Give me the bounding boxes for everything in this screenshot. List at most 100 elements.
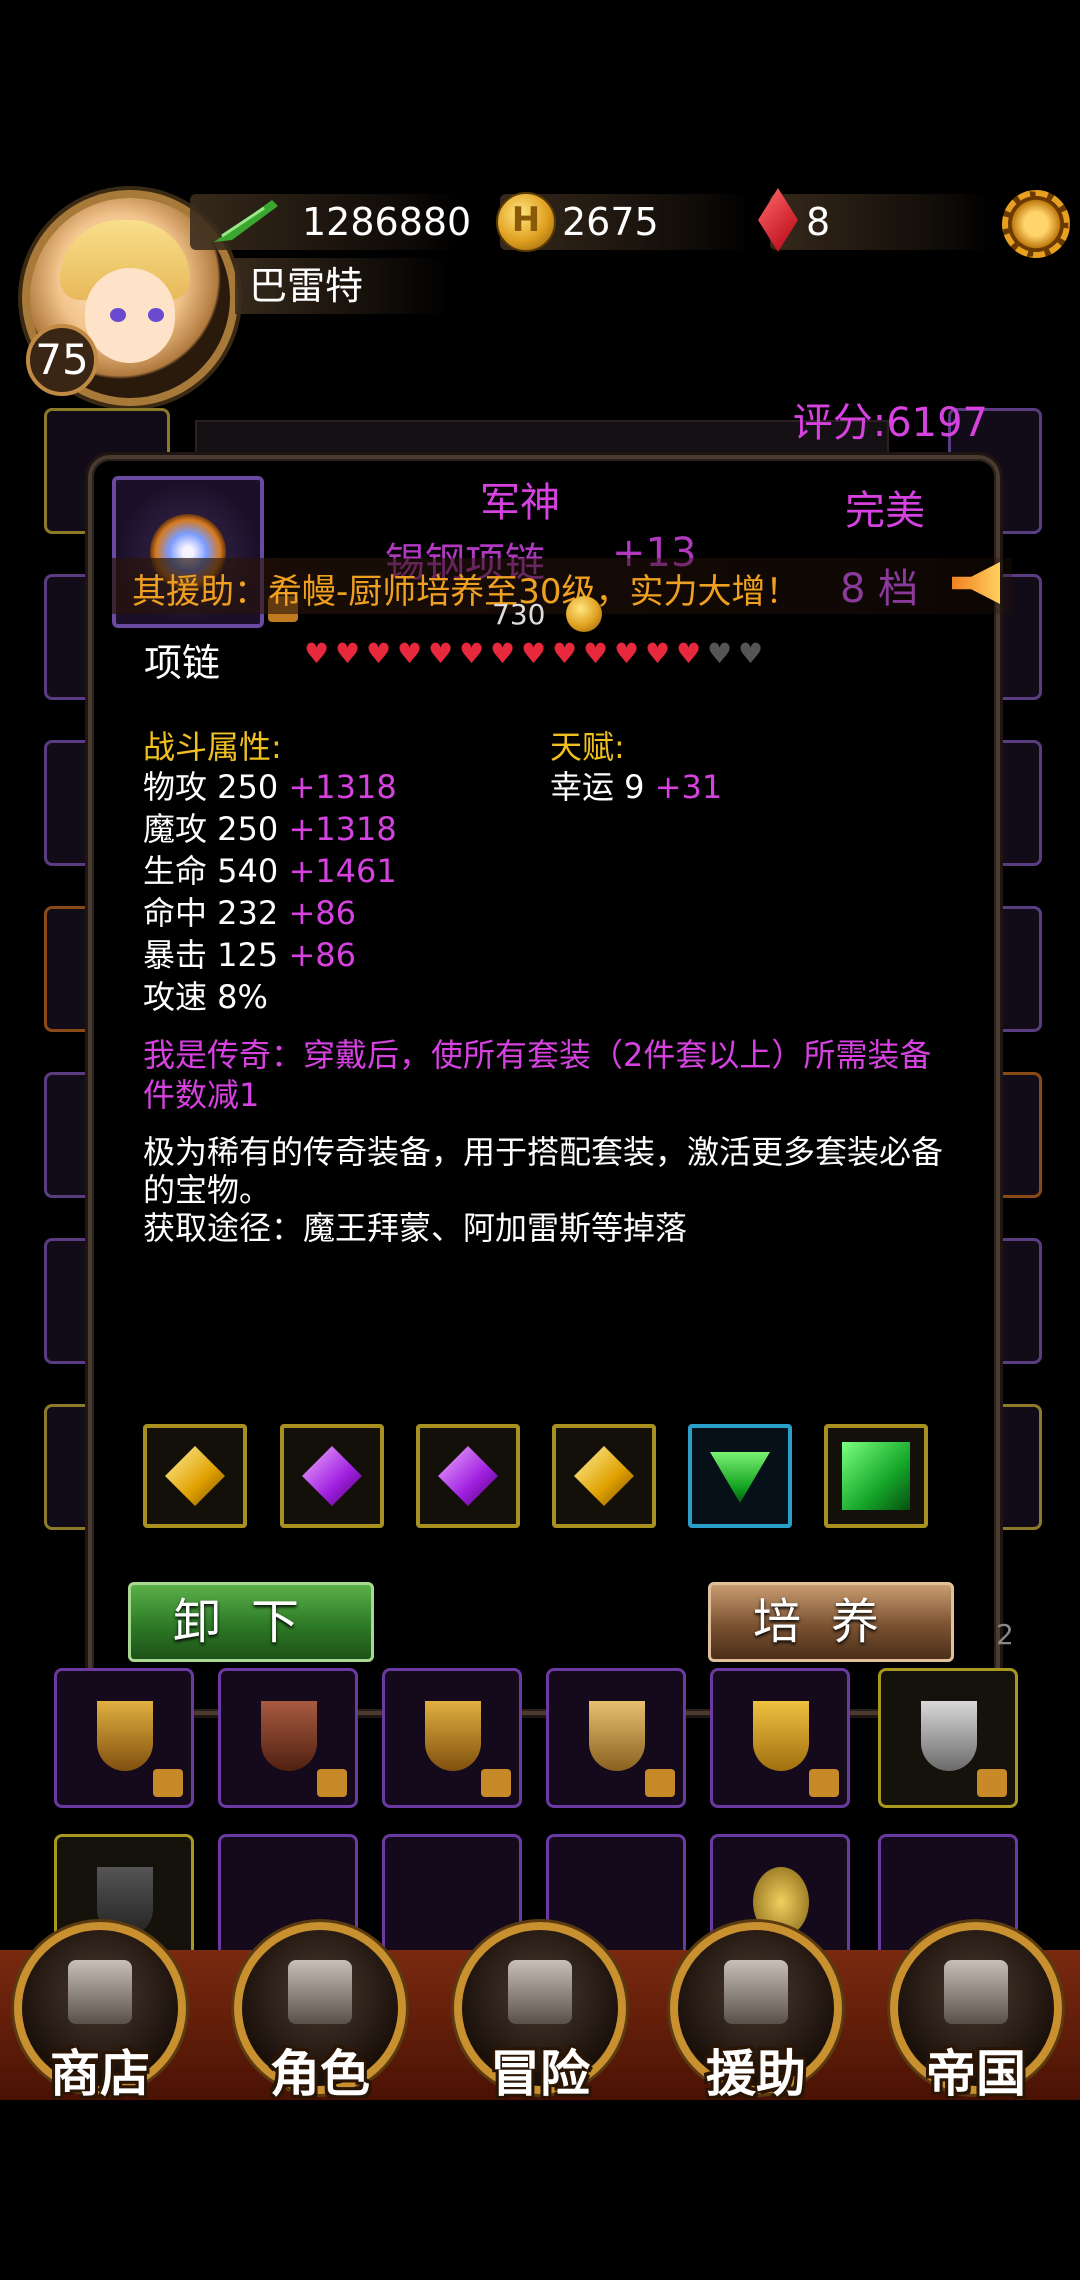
gem-socket-6[interactable] [824, 1424, 928, 1528]
score-label: 评分:6197 [792, 400, 988, 446]
green-square-gem-icon [842, 1442, 910, 1510]
lock-icon [977, 1769, 1007, 1797]
heart-icon: ♥ [366, 637, 392, 670]
stat-bonus: +1318 [288, 768, 397, 806]
silver-chalice-icon [921, 1701, 977, 1771]
inventory-slot[interactable] [710, 1668, 850, 1808]
heart-icon: ♥ [304, 637, 330, 670]
lock-icon [645, 1769, 675, 1797]
stat-label: 攻速 8% [143, 978, 268, 1016]
avatar-eye [148, 308, 164, 322]
gold-coin-icon [496, 192, 556, 252]
purple-diamond-gem-icon [438, 1446, 498, 1506]
heart-icon: ♥ [738, 637, 764, 670]
heart-icon: ♥ [428, 637, 454, 670]
gem-socket-5[interactable] [688, 1424, 792, 1528]
lock-icon [153, 1769, 183, 1797]
goblet-icon [425, 1701, 481, 1771]
avatar-eye [110, 308, 126, 322]
page-indicator: 2 [996, 1618, 1014, 1651]
heart-icon: ♥ [645, 637, 671, 670]
yellow-diamond-gem-icon [165, 1446, 225, 1506]
heart-icon: ♥ [583, 637, 609, 670]
goblet-icon [97, 1701, 153, 1771]
inventory-slot[interactable] [218, 1668, 358, 1808]
feather-icon [214, 200, 278, 242]
dungeon-gate-icon [508, 1960, 572, 2024]
stat-bonus: +86 [288, 936, 356, 974]
heart-icon: ♥ [490, 637, 516, 670]
lock-icon [809, 1769, 839, 1797]
settings-gear-icon[interactable] [1002, 190, 1070, 258]
item-source-text: 获取途径：魔王拜蒙、阿加雷斯等掉落 [143, 1209, 688, 1247]
stat-bonus: +1318 [288, 810, 397, 848]
stat-label: 物攻 250 [143, 768, 279, 806]
stat-line: 生命 540 +1461 [143, 846, 397, 892]
stat-bonus: +86 [288, 894, 356, 932]
nav-label: 冒险 [490, 2044, 590, 2103]
player-name: 巴雷特 [235, 258, 449, 314]
item-description-text: 极为稀有的传奇装备，用于搭配套装，激活更多套装必备的宝物。 [143, 1133, 944, 1209]
gem-value: 8 [806, 200, 831, 244]
stat-label: 幸运 9 [550, 768, 645, 806]
stat-line: 暴击 125 +86 [143, 930, 356, 976]
unequip-button[interactable]: 卸下 [128, 1582, 374, 1662]
item-type: 项链 [144, 641, 221, 685]
urn-icon [261, 1701, 317, 1771]
stat-label: 暴击 125 [143, 936, 279, 974]
inventory-slot[interactable] [546, 1668, 686, 1808]
gem-bar: 8 [770, 194, 990, 250]
player-level-badge: 75 [26, 324, 98, 396]
stat-line: 攻速 8% [143, 972, 268, 1018]
girl-portrait-icon [724, 1960, 788, 2024]
nav-label: 商店 [50, 2044, 150, 2103]
purple-diamond-gem-icon [302, 1446, 362, 1506]
castle-icon [68, 1960, 132, 2024]
inventory-slot[interactable] [54, 1668, 194, 1808]
stat-line: 魔攻 250 +1318 [143, 804, 397, 850]
gem-socket-4[interactable] [552, 1424, 656, 1528]
trophy-icon [753, 1701, 809, 1771]
item-grade: 8 档 [840, 566, 919, 612]
item-price: 730 [492, 598, 546, 631]
heart-icon: ♥ [552, 637, 578, 670]
stat-label: 生命 540 [143, 852, 279, 890]
nav-label: 角色 [270, 2044, 370, 2103]
star-rating-hearts: ♥ ♥ ♥ ♥ ♥ ♥ ♥ ♥ ♥ ♥ ♥ ♥ ♥ ♥ ♥ [304, 640, 766, 668]
stat-bonus: +1461 [288, 852, 397, 890]
yellow-diamond-gem-icon [574, 1446, 634, 1506]
inventory-slot[interactable] [382, 1668, 522, 1808]
stat-line: 命中 232 +86 [143, 888, 356, 934]
vase-icon [589, 1701, 645, 1771]
lock-icon [317, 1769, 347, 1797]
train-button[interactable]: 培养 [708, 1582, 954, 1662]
gem-socket-3[interactable] [416, 1424, 520, 1528]
inventory-slot[interactable] [878, 1668, 1018, 1808]
green-triangle-gem-icon [710, 1452, 770, 1503]
nav-label: 帝国 [926, 2044, 1026, 2103]
power-value: 1286880 [302, 200, 472, 244]
heart-icon: ♥ [707, 637, 733, 670]
heart-icon: ♥ [459, 637, 485, 670]
legendary-effect-text: 我是传奇：穿戴后，使所有套装（2件套以上）所需装备件数减1 [143, 1036, 932, 1114]
nav-label: 援助 [706, 2044, 806, 2103]
item-quality: 完美 [845, 488, 925, 534]
gold-value: 2675 [562, 200, 659, 244]
heart-icon: ♥ [335, 637, 361, 670]
gem-socket-1[interactable] [143, 1424, 247, 1528]
item-description: 极为稀有的传奇装备，用于搭配套装，激活更多套装必备的宝物。 获取途径：魔王拜蒙、… [143, 1133, 953, 1247]
gold-coin-icon [566, 596, 602, 632]
heart-icon: ♥ [397, 637, 423, 670]
heart-icon: ♥ [521, 637, 547, 670]
gem-socket-2[interactable] [280, 1424, 384, 1528]
lock-icon [481, 1769, 511, 1797]
announcement-text: 其援助：希幔-厨师培养至30级，实力大增！ [132, 572, 800, 612]
heart-icon: ♥ [614, 637, 640, 670]
stat-line: 幸运 9 +31 [550, 762, 722, 808]
crown-icon [944, 1960, 1008, 2024]
stat-label: 魔攻 250 [143, 810, 279, 848]
stat-bonus: +31 [654, 768, 723, 806]
heart-icon: ♥ [676, 637, 702, 670]
item-title: 军神 [480, 480, 560, 526]
hooded-figure-icon [288, 1960, 352, 2024]
